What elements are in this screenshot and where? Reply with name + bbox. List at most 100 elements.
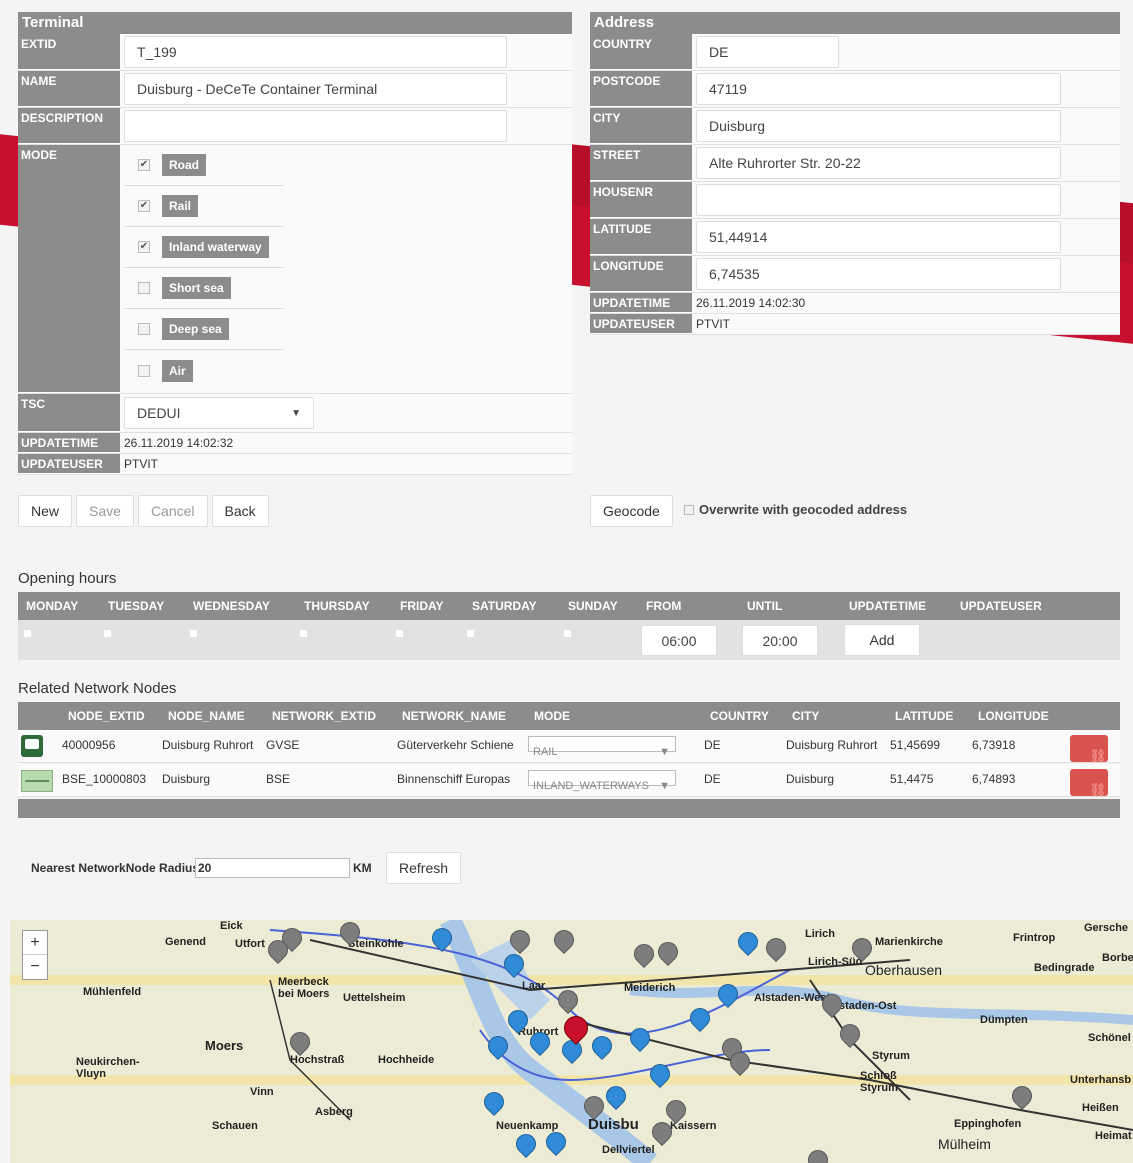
thursday-checkbox[interactable] xyxy=(300,630,307,637)
map-label: Schönel xyxy=(1088,1032,1131,1044)
map-label: Asberg xyxy=(315,1106,353,1118)
until-input[interactable]: 20:00 xyxy=(742,625,818,656)
map-label: Gersche xyxy=(1084,922,1129,934)
terminal-title: Terminal xyxy=(18,12,572,34)
node-country: DE xyxy=(704,738,721,752)
col-country: COUNTRY xyxy=(710,709,769,723)
map[interactable]: + − Genend Steinkohle Meerbeck bei Moers… xyxy=(10,920,1133,1163)
address-updatetime-label: UPDATETIME xyxy=(590,293,692,313)
map-label: Lirich xyxy=(805,928,835,940)
node-latitude: 51,4475 xyxy=(890,772,934,786)
network-extid: BSE xyxy=(266,772,291,786)
map-label: Frintrop xyxy=(1013,932,1056,944)
mode-rail[interactable]: ✔ Rail xyxy=(124,186,284,227)
saturday-checkbox[interactable] xyxy=(467,630,474,637)
longitude-input[interactable]: 6,74535 xyxy=(696,258,1061,290)
from-input[interactable]: 06:00 xyxy=(641,625,717,656)
postcode-input[interactable]: 47119 xyxy=(696,73,1061,105)
table-footer xyxy=(18,799,1120,818)
zoom-in-button[interactable]: + xyxy=(23,931,47,955)
street-input[interactable]: Alte Ruhrorter Str. 20-22 xyxy=(696,147,1061,179)
map-label: Moers xyxy=(205,1038,244,1053)
sunday-checkbox[interactable] xyxy=(564,630,571,637)
network-nodes-header: NODE_EXTID NODE_NAME NETWORK_EXTID NETWO… xyxy=(18,702,1120,730)
tsc-select[interactable]: DEDUI ▼ xyxy=(124,397,314,429)
map-label: Eick xyxy=(220,920,243,932)
extid-input[interactable]: T_199 xyxy=(124,36,507,68)
opening-hours-header: MONDAY TUESDAY WEDNESDAY THURSDAY FRIDAY… xyxy=(18,592,1120,620)
mode-air-label: Air xyxy=(162,359,193,382)
node-longitude: 6,74893 xyxy=(972,772,1016,786)
col-saturday: SATURDAY xyxy=(472,599,537,613)
zoom-out-button[interactable]: − xyxy=(23,955,47,979)
updatetime-label: UPDATETIME xyxy=(18,433,120,453)
network-name: Güterverkehr Schiene xyxy=(397,738,514,752)
back-button[interactable]: Back xyxy=(211,495,269,527)
col-monday: MONDAY xyxy=(26,599,79,613)
name-label: NAME xyxy=(18,71,120,107)
housenr-input[interactable] xyxy=(696,184,1061,216)
network-extid: GVSE xyxy=(266,738,300,752)
mode-road-checkbox[interactable]: ✔ xyxy=(138,159,150,171)
name-input[interactable]: Duisburg - DeCeTe Container Terminal xyxy=(124,73,507,105)
map-label: Alstaden-West xyxy=(754,992,831,1004)
tsc-value: DEDUI xyxy=(137,405,181,421)
friday-checkbox[interactable] xyxy=(396,630,403,637)
monday-checkbox[interactable] xyxy=(24,630,31,637)
network-nodes-title: Related Network Nodes xyxy=(18,680,177,697)
mode-road[interactable]: ✔ Road xyxy=(124,145,284,186)
mode-select[interactable]: RAIL ▼ xyxy=(528,736,676,758)
table-row[interactable]: 40000956 Duisburg Ruhrort GVSE Güterverk… xyxy=(18,730,1120,764)
col-node-extid: NODE_EXTID xyxy=(68,709,145,723)
mode-label: MODE xyxy=(18,145,120,393)
refresh-button[interactable]: Refresh xyxy=(386,852,462,884)
mode-air[interactable]: Air xyxy=(124,350,284,391)
map-label: Mühlenfeld xyxy=(83,986,142,998)
mode-short-sea[interactable]: Short sea xyxy=(124,268,284,309)
wednesday-checkbox[interactable] xyxy=(190,630,197,637)
city-label: CITY xyxy=(590,108,692,144)
map-label: Vinn xyxy=(250,1086,274,1098)
col-sunday: SUNDAY xyxy=(568,599,618,613)
mode-short-sea-checkbox[interactable] xyxy=(138,282,150,294)
mode-rail-checkbox[interactable]: ✔ xyxy=(138,200,150,212)
col-latitude: LATITUDE xyxy=(895,709,954,723)
mode-inland-waterway-checkbox[interactable]: ✔ xyxy=(138,241,150,253)
map-label: Marienkirche xyxy=(875,936,943,948)
radius-input[interactable]: 20 xyxy=(195,858,350,878)
mode-deep-sea[interactable]: Deep sea xyxy=(124,309,284,350)
map-label: Dümpten xyxy=(980,1014,1028,1026)
save-button[interactable]: Save xyxy=(76,495,134,527)
overwrite-option[interactable]: Overwrite with geocoded address xyxy=(684,502,907,517)
unlink-button[interactable]: ⛓ xyxy=(1070,769,1108,798)
country-input[interactable]: DE xyxy=(696,36,839,68)
cancel-button[interactable]: Cancel xyxy=(137,495,208,527)
geocode-button[interactable]: Geocode xyxy=(590,495,673,527)
col-updateuser: UPDATEUSER xyxy=(960,599,1042,613)
overwrite-checkbox[interactable] xyxy=(684,504,694,515)
latitude-input[interactable]: 51,44914 xyxy=(696,221,1061,253)
mode-inland-waterway[interactable]: ✔ Inland waterway xyxy=(124,227,284,268)
new-button[interactable]: New xyxy=(18,495,73,527)
map-label: Mülheim xyxy=(938,1136,991,1152)
description-input[interactable] xyxy=(124,110,507,142)
mode-deep-sea-checkbox[interactable] xyxy=(138,323,150,335)
map-label: Schloß Styrum xyxy=(860,1070,898,1094)
mode-select-value: RAIL xyxy=(533,746,558,758)
waterway-icon xyxy=(21,770,53,792)
city-input[interactable]: Duisburg xyxy=(696,110,1061,142)
mode-air-checkbox[interactable] xyxy=(138,364,150,377)
address-panel: Address COUNTRY DE POSTCODE 47119 CITY Duis… xyxy=(590,12,1120,335)
unlink-button[interactable]: ⛓ xyxy=(1070,735,1108,764)
tuesday-checkbox[interactable] xyxy=(104,630,111,637)
address-updatetime-value: 26.11.2019 14:02:30 xyxy=(696,296,806,310)
overwrite-label: Overwrite with geocoded address xyxy=(699,502,908,517)
chevron-down-icon: ▼ xyxy=(659,746,670,758)
node-extid: 40000956 xyxy=(62,738,116,752)
col-updatetime: UPDATETIME xyxy=(849,599,927,613)
table-row[interactable]: BSE_10000803 Duisburg BSE Binnenschiff E… xyxy=(18,764,1120,798)
mode-select[interactable]: INLAND_WATERWAYS ▼ xyxy=(528,770,676,792)
add-button[interactable]: Add xyxy=(844,624,920,656)
chevron-down-icon: ▼ xyxy=(659,780,670,792)
chevron-down-icon: ▼ xyxy=(291,407,301,419)
